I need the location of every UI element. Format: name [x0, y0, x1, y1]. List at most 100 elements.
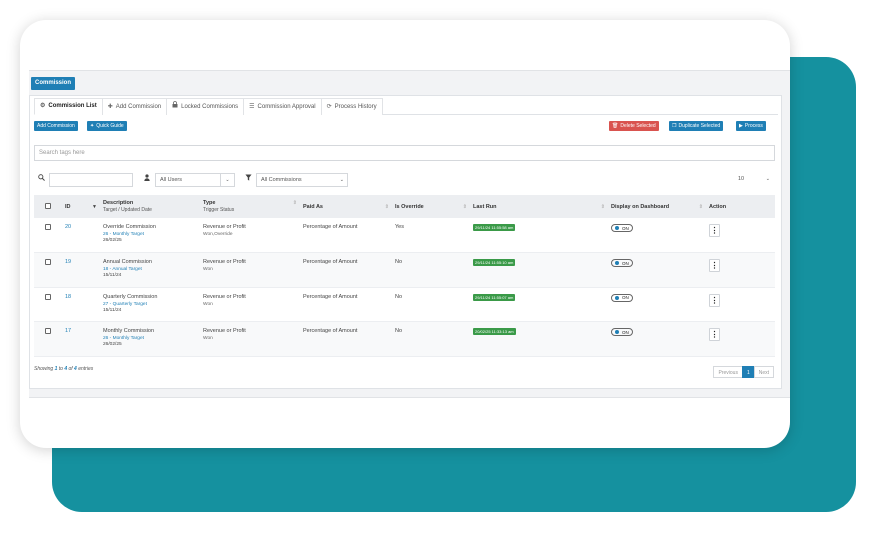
select-all-header: [34, 195, 62, 218]
sort-icon: ⇕: [600, 203, 605, 210]
commission-id-link[interactable]: 20: [65, 224, 71, 230]
commissions-select[interactable]: All Commissions ⌄: [256, 173, 348, 187]
col-id[interactable]: ID ▼: [62, 195, 100, 218]
paid-as-cell: Percentage of Amount: [300, 218, 392, 253]
commission-table: ID ▼ Description Target / Updated Date ⇕ Ty…: [34, 195, 775, 357]
tab-add-commission[interactable]: ✚ Add Commission: [101, 98, 168, 115]
chevron-down-icon: ⌄: [765, 176, 770, 182]
commission-id-link[interactable]: 18: [65, 294, 71, 300]
display-cell: ON: [608, 252, 706, 288]
page-size-select[interactable]: 10 ⌄: [734, 173, 773, 187]
module-label[interactable]: Commission: [31, 77, 76, 90]
id-cell: 17: [62, 321, 100, 357]
trigger-status: Won: [203, 301, 213, 307]
row-checkbox[interactable]: [45, 328, 51, 334]
play-icon: ▶: [739, 123, 743, 129]
more-vertical-icon[interactable]: ⋮: [709, 224, 720, 237]
col-paid-as[interactable]: ⇕ Paid As: [300, 195, 392, 218]
col-display-dashboard[interactable]: ⇕ Display on Dashboard: [608, 195, 706, 218]
action-cell: ⋮: [706, 218, 775, 253]
list-icon: ☰: [249, 103, 255, 110]
search-input[interactable]: [49, 173, 133, 187]
action-cell: ⋮: [706, 287, 775, 322]
target-link[interactable]: 27 - Quarterly Target: [103, 302, 197, 307]
col-last-run[interactable]: ⇕ Last Run: [470, 195, 608, 218]
row-select-cell: [34, 218, 62, 253]
more-vertical-icon[interactable]: ⋮: [709, 293, 720, 307]
commission-type: Revenue or Profit: [203, 224, 246, 230]
tab-locked-commissions[interactable]: Locked Commissions: [166, 98, 245, 116]
plus-icon: ✚: [107, 103, 113, 110]
target-link[interactable]: 18 - Annual Target: [103, 267, 197, 272]
updated-date: 15/11/24: [103, 307, 122, 313]
process-button[interactable]: ▶ Process: [736, 121, 766, 131]
description-cell: Override Commission 26 - Monthly Target 26…: [100, 218, 200, 253]
more-vertical-icon[interactable]: ⋮: [709, 328, 720, 341]
tab-commission-list[interactable]: ⚙ Commission List: [34, 98, 103, 115]
previous-page-button[interactable]: Previous: [713, 366, 743, 378]
chevron-down-icon: ⌄: [220, 174, 234, 186]
quick-guide-button[interactable]: ✦ Quick Guide: [87, 121, 127, 131]
more-vertical-icon[interactable]: ⋮: [709, 259, 720, 272]
display-dashboard-toggle[interactable]: ON: [611, 224, 633, 232]
row-checkbox[interactable]: [45, 224, 51, 230]
id-cell: 19: [62, 252, 100, 288]
last-run-cell: 29/11/24 11:55:07 am: [470, 287, 608, 322]
display-cell: ON: [608, 287, 706, 322]
select-all-checkbox[interactable]: [45, 202, 51, 209]
sort-icon: ⇕: [384, 203, 389, 210]
table-row: 20 Override Commission 26 - Monthly Target…: [34, 218, 775, 253]
gears-icon: ⚙: [40, 103, 46, 109]
duplicate-selected-button[interactable]: ❐ Duplicate Selected: [669, 121, 724, 131]
display-dashboard-toggle[interactable]: ON: [611, 328, 633, 336]
last-run-badge: 20/02/25 11:33:13 am: [473, 328, 516, 335]
col-description[interactable]: Description Target / Updated Date: [100, 195, 200, 218]
description-cell: Quarterly Commission 27 - Quarterly Targe…: [100, 287, 200, 322]
col-type[interactable]: ⇕ Type Trigger Status: [200, 195, 300, 218]
display-dashboard-toggle[interactable]: ON: [611, 293, 633, 302]
is-override-cell: No: [392, 321, 470, 357]
paid-as-cell: Percentage of Amount: [300, 321, 392, 357]
action-cell: ⋮: [706, 252, 775, 288]
updated-date: 15/11/24: [103, 273, 122, 278]
users-select[interactable]: All Users ⌄: [155, 173, 235, 187]
filter-bar: All Users ⌄ All Commissions ⌄ 10 ⌄: [34, 173, 775, 187]
commission-type: Revenue or Profit: [203, 328, 246, 334]
col-is-override[interactable]: ⇕ Is Override: [392, 195, 470, 218]
type-cell: Revenue or Profit Won: [200, 287, 300, 322]
last-run-cell: 29/11/24 11:55:10 am: [470, 252, 608, 288]
trigger-status: Won: [203, 267, 213, 272]
is-override-cell: No: [392, 287, 470, 322]
target-link[interactable]: 26 - Monthly Target: [103, 336, 197, 341]
sort-icon: ⇕: [462, 203, 467, 210]
app-area: Commission ⚙ Commission List ✚ Add Commi…: [29, 70, 790, 398]
last-run-cell: 29/11/24 11:55:58 am: [470, 218, 608, 253]
type-cell: Revenue or Profit Won,Override: [200, 218, 300, 253]
paid-as-cell: Percentage of Amount: [300, 287, 392, 322]
search-tags-input[interactable]: Search tags here: [34, 145, 775, 161]
commission-id-link[interactable]: 19: [65, 259, 71, 265]
commission-id-link[interactable]: 17: [65, 328, 71, 334]
toggle-knob: [615, 330, 619, 334]
display-cell: ON: [608, 321, 706, 357]
tab-process-history[interactable]: ⟳ Process History: [320, 98, 383, 115]
row-checkbox[interactable]: [45, 293, 51, 300]
display-dashboard-toggle[interactable]: ON: [611, 259, 633, 267]
row-checkbox[interactable]: [45, 259, 51, 265]
add-commission-button[interactable]: Add Commission: [34, 121, 78, 131]
commission-type: Revenue or Profit: [203, 293, 246, 300]
action-cell: ⋮: [706, 321, 775, 357]
commission-name: Quarterly Commission: [103, 293, 158, 300]
lock-icon: [172, 99, 178, 116]
delete-selected-button[interactable]: 🗑 Delete Selected: [609, 121, 659, 131]
row-select-cell: [34, 321, 62, 357]
description-cell: Annual Commission 18 - Annual Target 15/11…: [100, 252, 200, 288]
id-cell: 20: [62, 218, 100, 253]
last-run-badge: 29/11/24 11:55:10 am: [473, 259, 516, 266]
next-page-button[interactable]: Next: [753, 366, 774, 378]
tab-commission-approval[interactable]: ☰ Commission Approval: [243, 98, 322, 115]
target-link[interactable]: 26 - Monthly Target: [103, 232, 197, 237]
commission-type: Revenue or Profit: [203, 259, 246, 265]
commission-panel: ⚙ Commission List ✚ Add Commission Locke…: [29, 95, 782, 389]
commission-name: Override Commission: [103, 224, 156, 230]
